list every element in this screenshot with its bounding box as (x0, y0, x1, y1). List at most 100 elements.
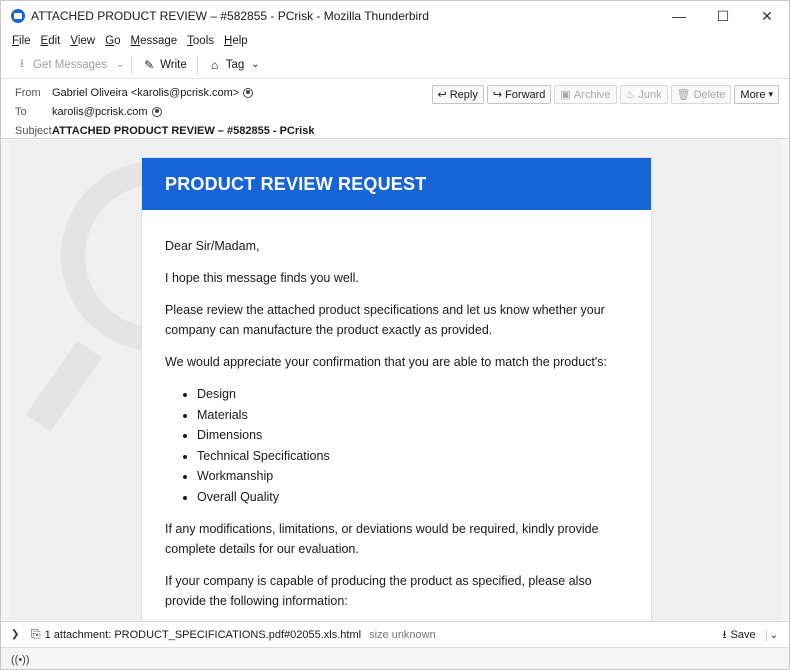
chevron-down-icon[interactable]: ⌄ (113, 59, 127, 70)
archive-button[interactable]: ▣ Archive (554, 85, 617, 104)
contact-icon[interactable] (243, 88, 254, 98)
list-item: Dimensions (197, 425, 628, 446)
to-value[interactable]: karolis@pcrisk.com (52, 106, 148, 118)
tag-label: Tag (225, 58, 245, 71)
to-row: To karolis@pcrisk.com (15, 106, 162, 118)
save-button[interactable]: ⭳ Save (717, 626, 762, 644)
menu-tools-label: ools (192, 35, 215, 47)
chevron-down-icon[interactable]: ⌄ (765, 629, 781, 641)
list-item: Workmanship (197, 466, 628, 487)
menu-file-label: ile (19, 35, 31, 47)
from-value[interactable]: Gabriel Oliveira <karolis@pcrisk.com> (52, 87, 239, 99)
forward-button[interactable]: ↪ Forward (486, 85, 552, 104)
junk-icon: ♨ (625, 89, 636, 101)
email-content: Dear Sir/Madam, I hope this message find… (142, 210, 651, 611)
toolbar-divider (131, 55, 133, 74)
maximize-button[interactable]: ☐ (701, 1, 745, 31)
email-paragraph: If your company is capable of producing … (165, 574, 592, 608)
to-label: To (15, 106, 27, 118)
thunderbird-window: ATTACHED PRODUCT REVIEW – #582855 - PCri… (0, 0, 790, 670)
chevron-down-icon: ⌄ (251, 59, 260, 70)
reply-icon: ↩ (437, 89, 447, 101)
download-icon: ⭳ (19, 56, 25, 70)
delete-button[interactable]: 🗑 Delete (670, 85, 732, 104)
minimize-button[interactable]: — (657, 1, 701, 31)
menu-message[interactable]: Message (125, 35, 182, 47)
save-group: ⭳ Save ⌄ (717, 626, 781, 644)
reply-label: Reply (449, 88, 478, 101)
email-paragraph: I hope this message finds you well. (165, 271, 359, 285)
list-item: Design (197, 384, 628, 405)
menu-view-label: iew (77, 35, 96, 47)
tag-icon: ⌂ (211, 57, 219, 72)
subject-value: ATTACHED PRODUCT REVIEW – #582855 - PCri… (52, 125, 315, 137)
menu-go-label: o (114, 35, 121, 47)
subject-row: Subject ATTACHED PRODUCT REVIEW – #58285… (15, 125, 314, 137)
download-icon: ⭳ (722, 628, 727, 641)
message-body-pane[interactable]: PRODUCT REVIEW REQUEST Dear Sir/Madam, I… (9, 141, 782, 620)
banner-title: PRODUCT REVIEW REQUEST (165, 173, 427, 194)
menu-help-label: elp (232, 35, 248, 47)
pencil-icon: ✎ (144, 57, 155, 72)
menu-file-accel: F (12, 35, 20, 47)
thunderbird-icon (11, 9, 25, 23)
write-button[interactable]: ✎ Write (136, 56, 193, 74)
menu-help[interactable]: Help (219, 35, 253, 47)
get-messages-button[interactable]: ⭳ Get Messages (9, 52, 113, 77)
attachment-name[interactable]: 1 attachment: PRODUCT_SPECIFICATIONS.pdf… (45, 629, 361, 641)
more-button[interactable]: More ▾ (734, 85, 779, 104)
menu-edit[interactable]: Edit (36, 35, 66, 47)
junk-button[interactable]: ♨ Junk (619, 85, 668, 104)
email-paragraph: We would appreciate your confirmation th… (165, 355, 607, 369)
attachment-bar: ❯ ⎘ 1 attachment: PRODUCT_SPECIFICATIONS… (1, 621, 789, 647)
delete-label: Delete (693, 88, 726, 101)
menu-view[interactable]: View (65, 35, 100, 47)
more-label: More (740, 88, 766, 101)
write-label: Write (160, 58, 187, 71)
toolbar-divider (196, 55, 198, 74)
email-card: PRODUCT REVIEW REQUEST Dear Sir/Madam, I… (141, 157, 652, 620)
title-bar: ATTACHED PRODUCT REVIEW – #582855 - PCri… (1, 1, 789, 31)
menu-edit-label: dit (48, 35, 61, 47)
reply-button[interactable]: ↩ Reply (431, 85, 484, 104)
subject-label: Subject (15, 125, 52, 137)
email-list: Design Materials Dimensions Technical Sp… (197, 384, 628, 507)
connection-icon[interactable]: ((•)) (11, 654, 30, 666)
archive-icon: ▣ (560, 89, 571, 101)
email-greeting: Dear Sir/Madam, (165, 239, 260, 253)
attachment-size: size unknown (369, 628, 436, 641)
menu-bar: File Edit View Go Message Tools Help (1, 31, 789, 51)
menu-tools[interactable]: Tools (182, 35, 219, 47)
menu-go[interactable]: Go (100, 35, 125, 47)
tag-button[interactable]: ⌂ Tag ⌄ (202, 56, 269, 74)
menu-go-accel: G (105, 35, 115, 47)
menu-view-accel: V (70, 35, 78, 47)
junk-label: Junk (638, 88, 662, 101)
email-banner: PRODUCT REVIEW REQUEST (142, 158, 651, 210)
forward-label: Forward (505, 88, 546, 101)
forward-icon: ↪ (492, 89, 503, 101)
close-button[interactable]: ✕ (745, 1, 789, 31)
from-label: From (15, 87, 41, 99)
archive-label: Archive (573, 88, 611, 101)
list-item: Overall Quality (197, 487, 628, 508)
email-paragraph: If any modifications, limitations, or de… (165, 522, 599, 556)
list-item: Technical Specifications (197, 446, 628, 467)
message-header: From Gabriel Oliveira <karolis@pcrisk.co… (1, 79, 789, 139)
chevron-right-icon[interactable]: ❯ (11, 629, 23, 640)
contact-icon[interactable] (151, 107, 162, 117)
menu-file[interactable]: File (7, 35, 36, 47)
main-toolbar: ⭳ Get Messages ⌄ ✎ Write ⌂ Tag ⌄ (1, 51, 789, 79)
get-messages-label: Get Messages (33, 58, 108, 71)
save-label: Save (730, 629, 756, 641)
window-title: ATTACHED PRODUCT REVIEW – #582855 - PCri… (31, 9, 429, 23)
menu-message-label: essage (140, 35, 178, 47)
trash-icon: 🗑 (676, 89, 691, 101)
from-row: From Gabriel Oliveira <karolis@pcrisk.co… (15, 87, 254, 99)
message-actions: ↩ Reply ↪ Forward ▣ Archive ♨ Junk 🗑 Del… (431, 85, 779, 104)
status-bar: ((•)) (1, 647, 789, 669)
watermark-magnifier-handle (25, 340, 103, 432)
window-controls: — ☐ ✕ (657, 1, 789, 31)
email-paragraph: Please review the attached product speci… (165, 303, 605, 337)
list-item: Materials (197, 405, 628, 426)
